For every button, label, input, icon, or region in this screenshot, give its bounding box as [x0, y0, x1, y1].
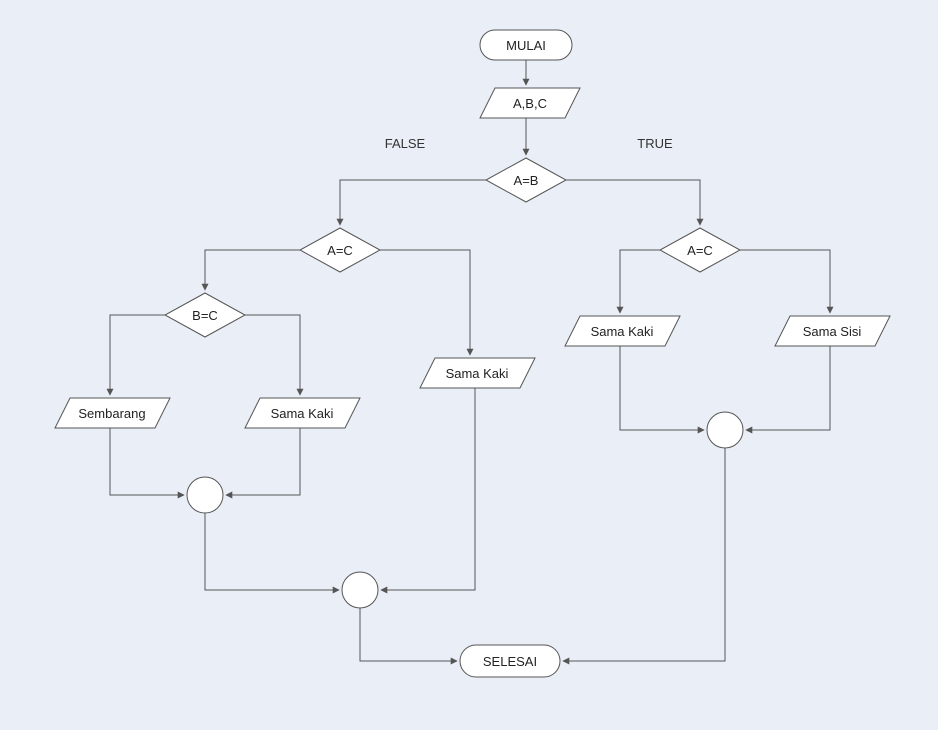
- edge: [620, 250, 660, 313]
- node-dec2-left: A=C: [300, 228, 380, 272]
- dec2r-label: A=C: [687, 243, 713, 258]
- edge: [740, 250, 830, 313]
- edge: [205, 513, 339, 590]
- node-end: SELESAI: [460, 645, 560, 677]
- start-label: MULAI: [506, 38, 546, 53]
- input-label: A,B,C: [513, 96, 547, 111]
- node-out-samasisi: Sama Sisi: [775, 316, 890, 346]
- edge: [566, 180, 700, 225]
- edge: [563, 448, 725, 661]
- edge: [110, 428, 184, 495]
- junction-2: [342, 572, 378, 608]
- edge: [380, 250, 470, 355]
- dec2l-label: A=C: [327, 243, 353, 258]
- node-out-samakaki3: Sama Kaki: [565, 316, 680, 346]
- out-samakaki1-label: Sama Kaki: [271, 406, 334, 421]
- edge: [746, 346, 830, 430]
- edge: [620, 346, 704, 430]
- end-label: SELESAI: [483, 654, 537, 669]
- edge: [205, 250, 300, 290]
- flowchart: MULAI A,B,C FALSE TRUE A=B A=C A=C B=C: [0, 0, 938, 730]
- dec1-label: A=B: [514, 173, 539, 188]
- edge: [340, 180, 486, 225]
- edge: [360, 608, 457, 661]
- junction-3: [707, 412, 743, 448]
- edge: [226, 428, 300, 495]
- node-out-sembarang: Sembarang: [55, 398, 170, 428]
- edge: [110, 315, 165, 395]
- edge: [245, 315, 300, 395]
- edge: [381, 388, 475, 590]
- node-start: MULAI: [480, 30, 572, 60]
- out-sembarang-label: Sembarang: [78, 406, 145, 421]
- dec3-label: B=C: [192, 308, 218, 323]
- branch-true: TRUE: [637, 136, 673, 151]
- node-out-samakaki1: Sama Kaki: [245, 398, 360, 428]
- node-dec3: B=C: [165, 293, 245, 337]
- out-samakaki2-label: Sama Kaki: [446, 366, 509, 381]
- node-dec2-right: A=C: [660, 228, 740, 272]
- node-out-samakaki2: Sama Kaki: [420, 358, 535, 388]
- out-samasisi-label: Sama Sisi: [803, 324, 862, 339]
- out-samakaki3-label: Sama Kaki: [591, 324, 654, 339]
- junction-1: [187, 477, 223, 513]
- branch-false: FALSE: [385, 136, 426, 151]
- node-dec1: A=B: [486, 158, 566, 202]
- node-input: A,B,C: [480, 88, 580, 118]
